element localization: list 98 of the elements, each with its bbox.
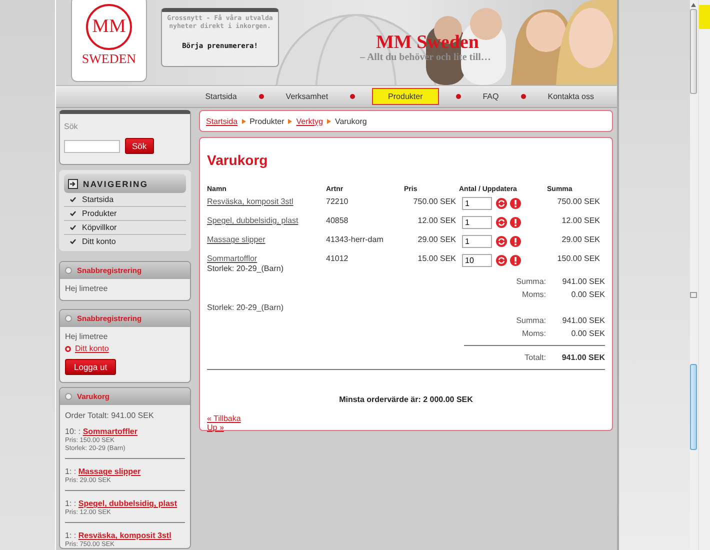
scrollbar-thumb[interactable] — [690, 364, 698, 450]
triangle-icon — [326, 118, 331, 124]
logo-text: SWEDEN — [82, 52, 136, 65]
item-quantity: 1: : — [65, 531, 76, 540]
check-icon — [70, 225, 76, 230]
summary-value: 941.00 SEK — [561, 316, 605, 325]
product-link[interactable]: Massage slipper — [207, 235, 326, 244]
scroll-up-icon[interactable] — [691, 3, 696, 7]
cart-item-link[interactable]: Sommartoffler — [82, 427, 138, 436]
triangle-icon — [242, 118, 246, 124]
table-cell-text: 29.00 SEK — [416, 235, 457, 244]
bullet-icon — [350, 94, 356, 99]
nav-item[interactable]: Verksamhet — [280, 88, 334, 105]
nav-link[interactable]: Up » — [207, 423, 224, 432]
refresh-icon[interactable] — [496, 198, 507, 209]
nav-item[interactable]: FAQ — [478, 88, 504, 105]
nav-item[interactable]: Startsida — [200, 88, 242, 105]
greeting-text: Hej limetree — [65, 332, 108, 341]
navigation-item[interactable]: Köpvillkor — [82, 223, 117, 232]
logo[interactable]: MM SWEDEN — [71, 0, 147, 82]
search-button[interactable]: Sök — [125, 138, 154, 154]
summary-value: 941.00 SEK — [561, 277, 605, 286]
exclamation-icon[interactable] — [510, 217, 521, 228]
quantity-field[interactable]: 1 — [462, 216, 492, 229]
search-field[interactable] — [64, 140, 120, 152]
table-cell-text: 40858 — [326, 216, 350, 225]
bullet-icon — [456, 94, 461, 99]
breadcrumb-item: Varukorg — [334, 116, 367, 126]
table-cell-text: 15.00 SEK — [416, 254, 457, 263]
product-link[interactable]: Sommartofflor — [207, 254, 326, 263]
search-label: Sök — [64, 122, 79, 131]
item-quantity: 1: : — [65, 467, 76, 476]
cart-item-link[interactable]: Resväska, komposit 3stl — [78, 531, 172, 540]
circle-icon — [65, 315, 72, 322]
product-link[interactable]: Resväska, komposit 3stl — [207, 197, 326, 206]
table-cell-text: 72210 — [326, 197, 350, 206]
navigation-item[interactable]: Startsida — [82, 195, 114, 204]
circle-icon — [65, 267, 72, 274]
quantity-field[interactable]: 1 — [462, 235, 492, 248]
quantity-field[interactable]: 10 — [462, 254, 492, 267]
summary-label: Moms: — [521, 329, 546, 338]
item-quantity: 1: : — [65, 499, 76, 508]
page-title: Varukorg — [207, 152, 269, 168]
greeting-text: Hej limetree — [65, 284, 108, 293]
check-icon — [70, 197, 76, 202]
nav-item[interactable]: Kontakta oss — [542, 88, 599, 105]
logout-button[interactable]: Logga ut — [65, 359, 116, 375]
table-cell-text: 29.00 SEK — [560, 235, 600, 244]
nav-link[interactable]: « Tillbaka — [207, 414, 241, 423]
check-icon — [70, 211, 76, 216]
product-link[interactable]: Spegel, dubbelsidig, plast — [207, 216, 326, 225]
circle-icon — [65, 393, 72, 400]
table-cell-text: 12.00 SEK — [560, 216, 600, 225]
summary-label: Moms: — [521, 290, 546, 299]
logo-monogram: MM — [86, 4, 132, 50]
nav-item[interactable]: Produkter — [372, 88, 439, 105]
table-cell-text: 750.00 SEK — [556, 197, 600, 206]
arrow-box-icon — [68, 178, 78, 188]
minimum-order-text: Minsta ordervärde är: 2 000.00 SEK — [338, 395, 474, 404]
table-cell-text: 12.00 SEK — [416, 216, 457, 225]
total-value: 941.00 SEK — [560, 353, 605, 362]
cart-item-link[interactable]: Spegel, dubbelsidig, plast — [78, 499, 178, 508]
breadcrumb-item: Produkter — [250, 116, 284, 126]
bullet-icon — [258, 94, 264, 99]
cart-item-link[interactable]: Massage slipper — [78, 467, 141, 476]
quantity-field[interactable]: 1 — [462, 197, 492, 210]
scrollbar-thumb[interactable] — [690, 9, 698, 94]
order-total: Order Totalt: 941.00 SEK — [65, 411, 155, 420]
bullet-icon — [520, 94, 526, 99]
exclamation-icon[interactable] — [510, 255, 521, 266]
item-quantity: 10: : — [65, 427, 81, 436]
navigation-title: NAVIGERING — [83, 178, 148, 188]
account-link[interactable]: Ditt konto — [75, 344, 109, 353]
product-size: Storlek: 20-29_(Barn) — [207, 264, 284, 273]
highlight-strip — [698, 5, 710, 29]
breadcrumb-link[interactable]: Verktyg — [296, 116, 323, 126]
ghost-text: Storlek: 20-29_(Barn) — [207, 303, 284, 312]
refresh-icon[interactable] — [496, 217, 507, 228]
check-icon — [70, 239, 76, 244]
table-cell-text: 150.00 SEK — [556, 254, 600, 263]
bullet-icon — [65, 346, 71, 352]
exclamation-icon[interactable] — [510, 236, 521, 247]
table-cell-text: 41012 — [326, 254, 350, 263]
exclamation-icon[interactable] — [510, 198, 521, 209]
navigation-item[interactable]: Produkter — [82, 209, 117, 218]
resize-icon[interactable] — [690, 292, 698, 298]
summary-label: Summa: — [515, 316, 546, 325]
navigation-item[interactable]: Ditt konto — [82, 237, 116, 246]
table-cell-text: 750.00 SEK — [412, 197, 457, 206]
table-cell-text: 41343-herr-dam — [326, 235, 384, 244]
refresh-icon[interactable] — [496, 236, 507, 247]
triangle-icon — [288, 118, 292, 124]
breadcrumb-link[interactable]: Startsida — [206, 116, 238, 126]
total-label: Totalt: — [524, 353, 546, 362]
refresh-icon[interactable] — [496, 255, 507, 266]
summary-value: 0.00 SEK — [570, 329, 605, 338]
summary-label: Summa: — [515, 277, 546, 286]
summary-value: 0.00 SEK — [570, 290, 605, 299]
